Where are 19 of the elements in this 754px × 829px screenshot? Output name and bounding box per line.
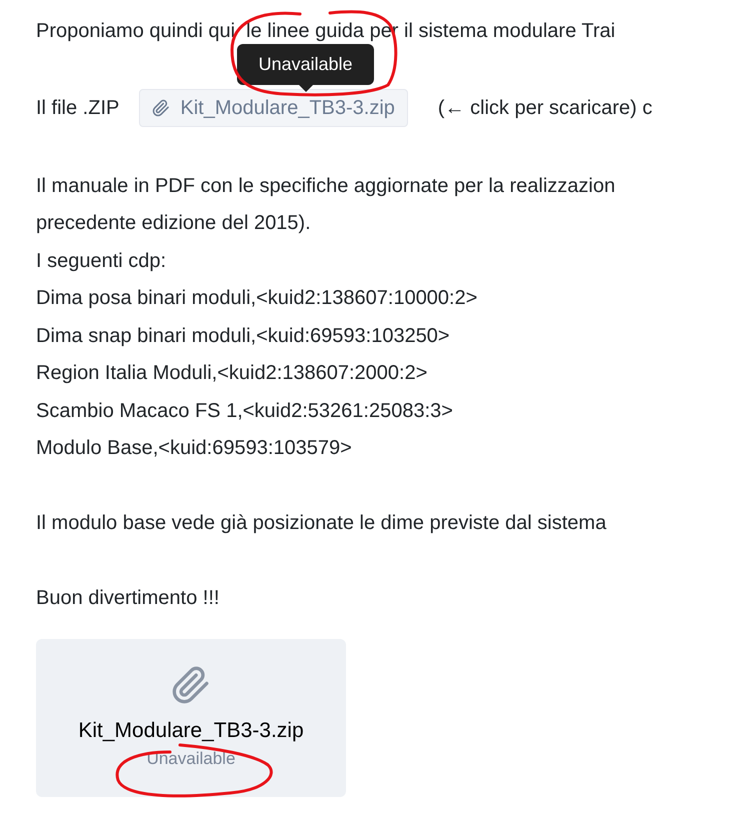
paragraph-text: Region Italia Moduli,<kuid2:138607:2000:2> — [36, 361, 428, 386]
paragraph-text: Dima snap binari moduli,<kuid:69593:103250> — [36, 324, 450, 349]
label-text: Il file .ZIP — [36, 96, 120, 122]
paragraph-text: Il manuale in PDF con le specifiche aggiornate per la realizzazion — [36, 174, 616, 199]
paragraph-text: Dima posa binari moduli,<kuid2:138607:10000:2> — [36, 286, 478, 312]
tooltip: Unavailable — [237, 44, 374, 92]
paragraph-text: I seguenti cdp: — [36, 248, 166, 274]
file-name: Kit_Modulare_TB3-3.zip — [78, 718, 304, 744]
paragraph-text: Buon divertimento !!! — [36, 586, 220, 612]
paragraph-text: Il modulo base vede già posizionate le dime previste dal sistema — [36, 511, 606, 536]
paperclip-icon — [171, 664, 211, 704]
file-link[interactable]: Kit_Modulare_TB3-3.zip — [139, 89, 408, 128]
status-text: Unavailable — [146, 748, 236, 770]
attachment-card[interactable]: Kit_Modulare_TB3-3.zip Unavailable — [36, 639, 346, 797]
paragraph-text: Modulo Base,<kuid:69593:103579> — [36, 436, 352, 462]
paperclip-icon — [152, 99, 170, 118]
paragraph-text: precedente edizione del 2015). — [36, 211, 311, 236]
hint-text: (← click per scaricare) c — [438, 96, 652, 122]
paragraph-text: Scambio Macaco FS 1,<kuid2:53261:25083:3> — [36, 398, 453, 424]
